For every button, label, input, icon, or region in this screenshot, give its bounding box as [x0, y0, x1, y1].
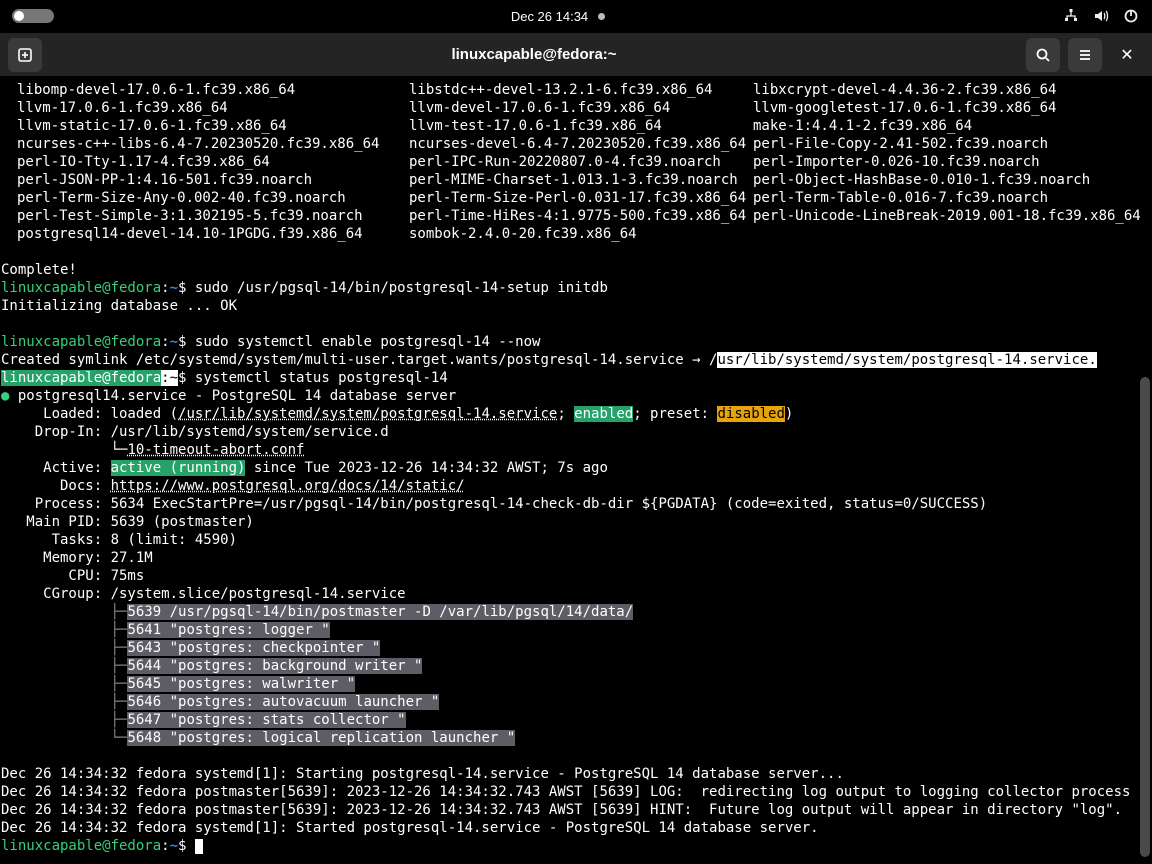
proc-1: ├─5641 "postgres: logger "	[0, 621, 1152, 639]
proc-2: ├─5643 "postgres: checkpointer "	[0, 639, 1152, 657]
clock-text: Dec 26 14:34	[511, 9, 588, 24]
pkg-row: postgresql14-devel-14.10-1PGDG.f39.x86_6…	[0, 225, 1152, 243]
line-tasks: Tasks: 8 (limit: 4590)	[0, 531, 1152, 549]
proc-3: ├─5644 "postgres: background writer "	[0, 657, 1152, 675]
line-dropin2: └─10-timeout-abort.conf	[0, 441, 1152, 459]
new-tab-button[interactable]	[8, 38, 42, 72]
pkg-row: ncurses-c++-libs-6.4-7.20230520.fc39.x86…	[0, 135, 1152, 153]
scrollbar[interactable]	[1140, 377, 1150, 857]
cursor-icon	[195, 839, 203, 854]
terminal-titlebar: linuxcapable@fedora:~ ✕	[0, 32, 1152, 77]
activities-pill[interactable]	[12, 9, 54, 23]
pkg-row: llvm-17.0.6-1.fc39.x86_64llvm-devel-17.0…	[0, 99, 1152, 117]
line-initdb: Initializing database ... OK	[0, 297, 1152, 315]
log-line: Dec 26 14:34:32 fedora systemd[1]: Start…	[0, 819, 1152, 837]
line-active: Active: active (running) since Tue 2023-…	[0, 459, 1152, 477]
power-icon[interactable]	[1122, 7, 1140, 25]
line-process: Process: 5634 ExecStartPre=/usr/pgsql-14…	[0, 495, 1152, 513]
line-cpu: CPU: 75ms	[0, 567, 1152, 585]
log-line: Dec 26 14:34:32 fedora postmaster[5639]:…	[0, 801, 1152, 819]
proc-6: ├─5647 "postgres: stats collector "	[0, 711, 1152, 729]
prompt-line-1: linuxcapable@fedora:~$ sudo /usr/pgsql-1…	[0, 279, 1152, 297]
notification-dot-icon	[598, 13, 605, 20]
prompt-line-4[interactable]: linuxcapable@fedora:~$	[0, 837, 1152, 855]
line-docs: Docs: https://www.postgresql.org/docs/14…	[0, 477, 1152, 495]
line-complete: Complete!	[0, 261, 1152, 279]
line-svc: ● postgresql14.service - PostgreSQL 14 d…	[0, 387, 1152, 405]
line-memory: Memory: 27.1M	[0, 549, 1152, 567]
gnome-topbar: Dec 26 14:34	[0, 0, 1152, 32]
line-dropin: Drop-In: /usr/lib/systemd/system/service…	[0, 423, 1152, 441]
pkg-row: perl-Test-Simple-3:1.302195-5.fc39.noarc…	[0, 207, 1152, 225]
pkg-row: llvm-static-17.0.6-1.fc39.x86_64llvm-tes…	[0, 117, 1152, 135]
search-button[interactable]	[1026, 38, 1060, 72]
proc-5: ├─5646 "postgres: autovacuum launcher "	[0, 693, 1152, 711]
prompt-line-2: linuxcapable@fedora:~$ sudo systemctl en…	[0, 333, 1152, 351]
close-button[interactable]: ✕	[1110, 38, 1144, 72]
proc-0: ├─5639 /usr/pgsql-14/bin/postmaster -D /…	[0, 603, 1152, 621]
line-mainpid: Main PID: 5639 (postmaster)	[0, 513, 1152, 531]
terminal-output[interactable]: libomp-devel-17.0.6-1.fc39.x86_64libstdc…	[0, 77, 1152, 864]
pkg-row: libomp-devel-17.0.6-1.fc39.x86_64libstdc…	[0, 81, 1152, 99]
volume-icon[interactable]	[1092, 7, 1110, 25]
pkg-row: perl-JSON-PP-1:4.16-501.fc39.noarchperl-…	[0, 171, 1152, 189]
window-title: linuxcapable@fedora:~	[42, 46, 1026, 63]
pkg-row: perl-Term-Size-Any-0.002-40.fc39.noarchp…	[0, 189, 1152, 207]
line-cgroup: CGroup: /system.slice/postgresql-14.serv…	[0, 585, 1152, 603]
menu-button[interactable]	[1068, 38, 1102, 72]
pkg-row: perl-IO-Tty-1.17-4.fc39.x86_64perl-IPC-R…	[0, 153, 1152, 171]
proc-7: └─5648 "postgres: logical replication la…	[0, 729, 1152, 747]
proc-4: ├─5645 "postgres: walwriter "	[0, 675, 1152, 693]
line-symlink: Created symlink /etc/systemd/system/mult…	[0, 351, 1152, 369]
clock-area[interactable]: Dec 26 14:34	[511, 9, 605, 24]
line-loaded: Loaded: loaded (/usr/lib/systemd/system/…	[0, 405, 1152, 423]
prompt-line-3: linuxcapable@fedora:~$ systemctl status …	[0, 369, 1152, 387]
log-line: Dec 26 14:34:32 fedora postmaster[5639]:…	[0, 783, 1152, 801]
network-icon[interactable]	[1062, 7, 1080, 25]
log-line: Dec 26 14:34:32 fedora systemd[1]: Start…	[0, 765, 1152, 783]
